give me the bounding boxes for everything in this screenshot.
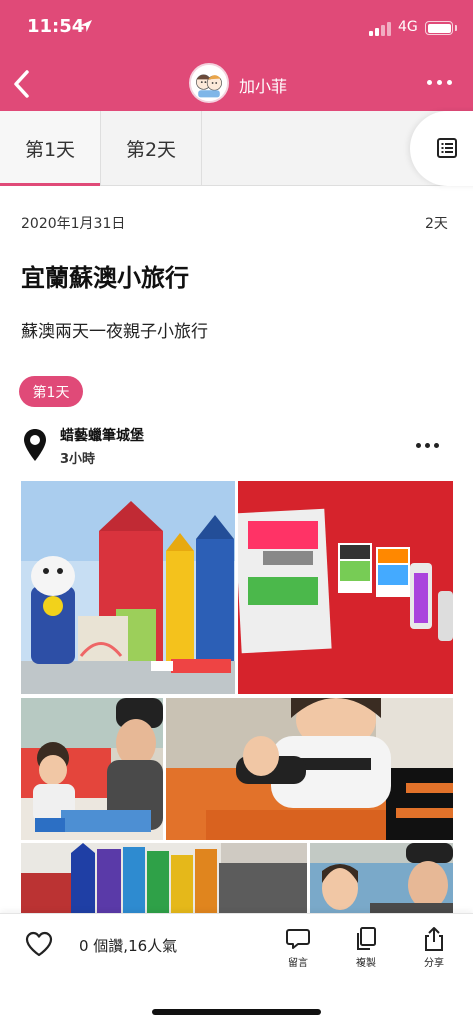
nav-bar: 加小菲 — [0, 58, 473, 111]
header-bar: 11:54 4G 加小菲 — [0, 0, 473, 111]
share-icon — [425, 927, 443, 951]
copy-button[interactable]: 複製 — [346, 926, 386, 969]
trip-duration: 2天 — [425, 216, 448, 232]
photo-giant-crayons[interactable] — [21, 843, 307, 913]
photo-child-playing[interactable] — [166, 698, 453, 840]
place-duration: 3小時 — [60, 452, 96, 467]
comment-button[interactable]: 留言 — [278, 926, 318, 969]
heart-icon[interactable] — [25, 931, 53, 957]
location-arrow-icon — [80, 20, 92, 32]
status-time: 11:54 — [27, 16, 85, 37]
status-bar: 11:54 4G — [0, 0, 473, 58]
list-icon — [437, 138, 457, 158]
more-icon[interactable] — [421, 68, 457, 96]
photo-children-indoor[interactable] — [310, 843, 453, 913]
copy-icon — [357, 927, 376, 950]
trip-title: 宜蘭蘇澳小旅行 — [21, 264, 189, 292]
day-badge: 第1天 — [19, 376, 83, 407]
photo-crayon-castle[interactable] — [21, 481, 235, 694]
home-indicator — [152, 1009, 321, 1015]
bottom-action-bar: 0 個讚,16人氣 留言 複製 分享 — [0, 913, 473, 1024]
share-label: 分享 — [424, 958, 444, 969]
itinerary-list-button[interactable] — [410, 111, 473, 186]
location-pin-icon — [24, 429, 46, 461]
tab-day-2[interactable]: 第2天 — [101, 111, 202, 186]
photo-crayon-souvenirs[interactable] — [238, 481, 453, 694]
copy-label: 複製 — [356, 958, 376, 969]
place-name[interactable]: 蜡藝蠟筆城堡 — [60, 425, 144, 445]
network-label: 4G — [398, 19, 418, 35]
share-button[interactable]: 分享 — [414, 926, 454, 969]
comment-label: 留言 — [288, 958, 308, 969]
signal-icon — [369, 22, 391, 36]
comment-icon — [286, 929, 310, 949]
trip-subtitle: 蘇澳兩天一夜親子小旅行 — [21, 322, 208, 342]
tab-day-1[interactable]: 第1天 — [0, 111, 101, 186]
place-more-icon[interactable] — [410, 437, 444, 453]
avatar[interactable] — [189, 63, 229, 103]
back-arrow-icon[interactable] — [8, 66, 38, 102]
trip-date: 2020年1月31日 — [21, 216, 126, 232]
day-tabs: 第1天 第2天 — [0, 111, 473, 186]
photo-father-child[interactable] — [21, 698, 163, 840]
nav-title: 加小菲 — [239, 77, 288, 96]
battery-icon — [425, 21, 453, 35]
likes-count: 0 個讚,16人氣 — [79, 937, 178, 955]
